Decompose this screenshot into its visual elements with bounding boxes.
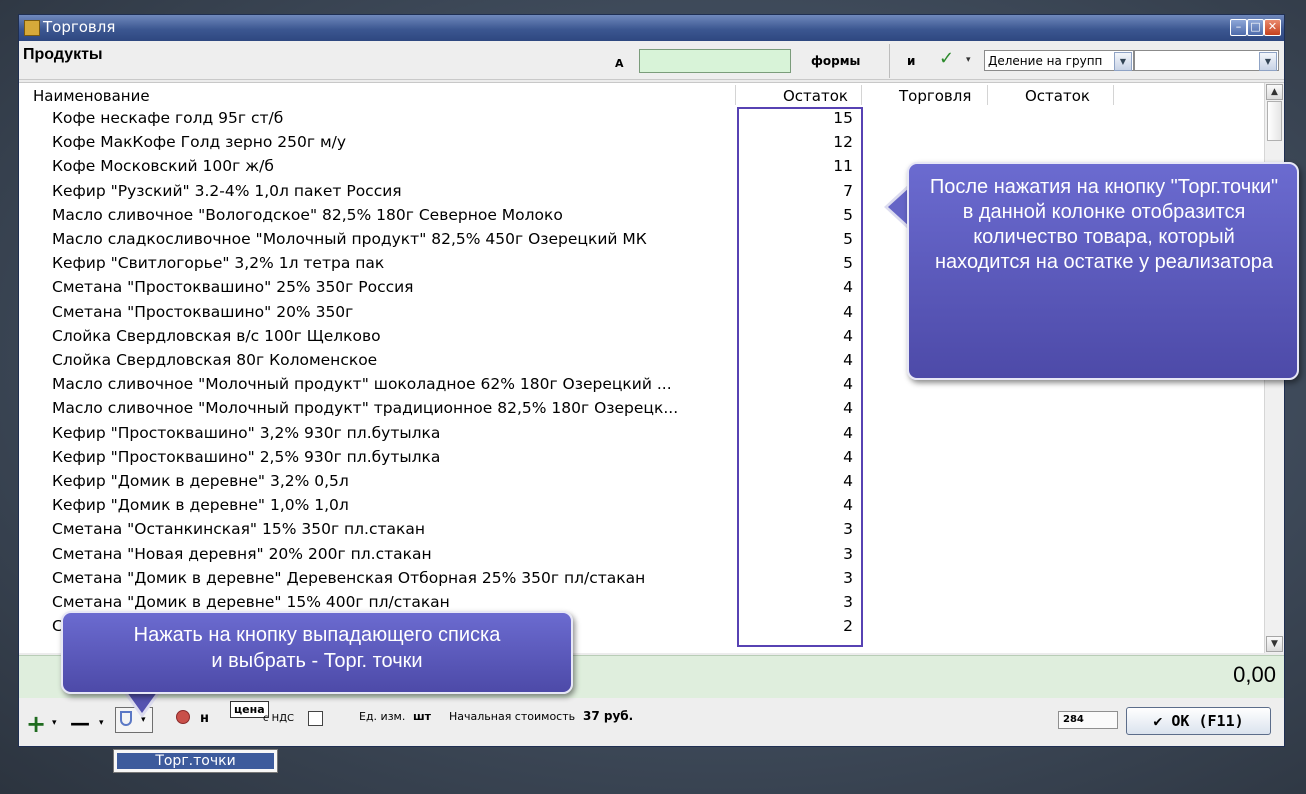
check-dropdown-icon[interactable]: ▾ xyxy=(966,55,971,65)
tag-icon[interactable] xyxy=(176,710,190,724)
product-name-cell: Масло сливочное "Вологодское" 82,5% 180г… xyxy=(52,205,563,224)
hint-callout-stock: После нажатия на кнопку "Торг.точки" в д… xyxy=(907,162,1299,380)
menu-item-trade-points[interactable]: Торг.точки xyxy=(117,753,274,769)
forms-label[interactable]: формы xyxy=(811,54,860,68)
maximize-button[interactable]: □ xyxy=(1247,19,1264,36)
section-title: Продукты xyxy=(23,46,103,63)
product-name-cell: Сметана "Домик в деревне" Деревенская От… xyxy=(52,568,646,587)
product-name-cell: Масло сладкосливочное "Молочный продукт"… xyxy=(52,230,647,248)
close-button[interactable]: ✕ xyxy=(1264,19,1281,36)
product-name-cell: Сметана "Простоквашино" 25% 350г Россия xyxy=(52,278,414,297)
hint-text-dropdown: Нажать на кнопку выпадающего списка и вы… xyxy=(63,622,571,674)
product-name-cell: Сметана "Новая деревня" 20% 200г пл.стак… xyxy=(52,544,432,563)
stock-column-highlight xyxy=(737,107,863,647)
product-name-cell: Кефир "Рузский" 3.2-4% 1,0л пакет Россия xyxy=(52,181,402,200)
and-button[interactable]: и xyxy=(907,54,915,68)
scroll-down-button[interactable]: ▼ xyxy=(1266,636,1283,652)
product-name-cell: Кофе нескафе голд 95г ст/б xyxy=(52,109,284,127)
product-name-cell: Кофе МакКофе Голд зерно 250г м/у xyxy=(52,133,347,152)
vat-checkbox[interactable] xyxy=(308,711,323,726)
app-icon xyxy=(24,20,40,36)
search-input[interactable] xyxy=(639,49,791,73)
group-combo-value: Деление на групп xyxy=(988,54,1103,68)
minimize-button[interactable]: – xyxy=(1230,19,1247,36)
column-divider[interactable] xyxy=(735,85,736,105)
record-counter: 284 xyxy=(1058,711,1118,729)
product-name-cell: Слойка Свердловская в/с 100г Щелково xyxy=(52,326,381,345)
column-header-stock[interactable]: Остаток xyxy=(783,87,848,105)
vat-label: с НДС xyxy=(263,713,294,724)
window-title: Торговля xyxy=(43,18,116,36)
hint-line-2: и выбрать - Торг. точки xyxy=(211,650,423,672)
product-name-cell: Кефир "Простоквашино" 2,5% 930г пл.бутыл… xyxy=(52,447,441,466)
hint-callout-dropdown: Нажать на кнопку выпадающего списка и вы… xyxy=(61,611,573,694)
filter-dropdown-menu: Торг.точки xyxy=(113,749,278,773)
product-name-cell: Масло сливочное "Молочный продукт" тради… xyxy=(52,399,679,418)
scroll-up-button[interactable]: ▲ xyxy=(1266,84,1283,100)
title-bar[interactable]: Торговля – □ ✕ xyxy=(19,15,1284,41)
product-name-cell: Кефир "Домик в деревне" 1,0% 1,0л xyxy=(52,496,349,515)
column-divider[interactable] xyxy=(987,85,988,105)
cost-value: 37 руб. xyxy=(583,709,634,723)
column-divider[interactable] xyxy=(861,85,862,105)
column-divider[interactable] xyxy=(1113,85,1114,105)
scroll-thumb[interactable] xyxy=(1267,101,1282,141)
product-name-cell: Слойка Свердловская 80г Коломенское xyxy=(52,351,378,369)
table-header: Наименование Остаток Торговля Остаток xyxy=(19,83,1253,107)
unit-label: Ед. изм. xyxy=(359,710,406,723)
column-header-name[interactable]: Наименование xyxy=(33,87,150,105)
product-name-cell: Кефир "Домик в деревне" 3,2% 0,5л xyxy=(52,472,349,490)
chevron-down-icon[interactable]: ▼ xyxy=(1259,52,1277,71)
product-name-cell: Кофе Московский 100г ж/б xyxy=(52,157,274,176)
add-dropdown-icon[interactable]: ▾ xyxy=(52,718,57,728)
ok-button[interactable]: ✔ OK (F11) xyxy=(1126,707,1271,735)
toolbar: Продукты А формы и ✓ ▾ Деление на групп … xyxy=(19,41,1284,80)
chevron-down-icon[interactable]: ▼ xyxy=(1114,52,1132,71)
product-name-cell: Кефир "Простоквашино" 3,2% 930г пл.бутыл… xyxy=(52,423,441,442)
product-name-cell: Сметана "Останкинская" 15% 350г пл.стака… xyxy=(52,520,426,539)
product-name-cell: Сметана "Простоквашино" 20% 350г xyxy=(52,302,354,321)
remove-icon[interactable]: — xyxy=(70,711,90,735)
product-name-cell: Масло сливочное "Молочный продукт" шокол… xyxy=(52,375,672,394)
column-header-trade[interactable]: Торговля xyxy=(899,87,971,105)
hint-line-1: Нажать на кнопку выпадающего списка xyxy=(133,624,501,646)
remove-dropdown-icon[interactable]: ▾ xyxy=(99,718,104,728)
product-name-cell: Сметана "Домик в деревне" 15% 400г пл/ст… xyxy=(52,593,450,611)
product-name-cell: Кефир "Свитлогорье" 3,2% 1л тетра пак xyxy=(52,254,385,273)
cost-label: Начальная стоимость xyxy=(449,710,576,723)
h-button[interactable]: н xyxy=(200,711,209,726)
column-header-stock-2[interactable]: Остаток xyxy=(1025,87,1090,105)
hint-text-stock: После нажатия на кнопку "Торг.точки" в д… xyxy=(929,176,1279,273)
add-icon[interactable]: + xyxy=(26,710,46,738)
secondary-combo[interactable]: ▼ xyxy=(1134,50,1279,71)
unit-value: шт xyxy=(413,710,432,723)
total-value: 0,00 xyxy=(1233,662,1276,687)
group-combo[interactable]: Деление на групп ▼ xyxy=(984,50,1134,71)
search-marker: А xyxy=(615,57,624,70)
bottom-toolbar: + ▾ — ▾ ▾ н цена с НДС Ед. изм. шт Начал… xyxy=(19,698,1284,746)
check-icon[interactable]: ✓ xyxy=(939,48,954,69)
